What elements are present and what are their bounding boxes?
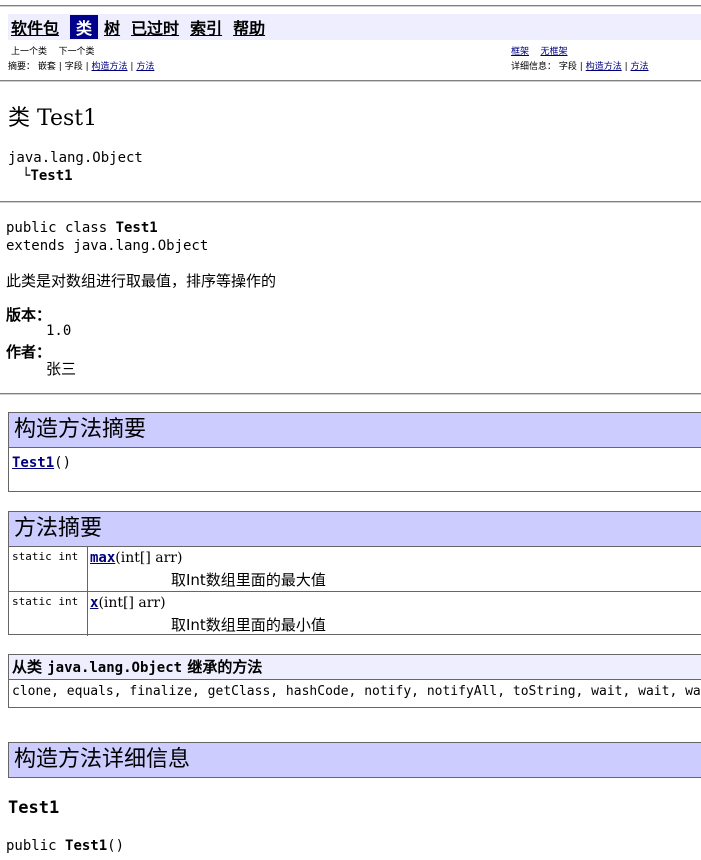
separator: | xyxy=(58,62,62,72)
method-summary-heading: 方法摘要 xyxy=(9,512,701,547)
version-label: 版本： xyxy=(6,306,52,324)
table-row: static int max(int[] arr) 取Int数组里面的最大值 xyxy=(9,547,701,592)
no-frames-link[interactable]: 无框架 xyxy=(540,47,567,57)
nav-deprecated[interactable]: 已过时 xyxy=(131,15,179,39)
prev-class-link: 上一个类 xyxy=(11,47,48,57)
separator: | xyxy=(579,62,583,72)
hierarchy-leaf: Test1 xyxy=(30,168,73,184)
nav-tree[interactable]: 树 xyxy=(104,15,120,39)
nav-index[interactable]: 索引 xyxy=(190,15,222,39)
frame-links: 框架 无框架 xyxy=(511,44,567,57)
detail-field: 字段 xyxy=(558,62,577,72)
method-signature: x(int[] arr) xyxy=(90,595,166,611)
inherited-methods-heading: 从类 java.lang.Object 继承的方法 xyxy=(9,655,701,680)
summary-method-link[interactable]: 方法 xyxy=(136,62,154,72)
method-params: (int[] arr) xyxy=(115,550,183,566)
hierarchy-rule xyxy=(0,201,701,203)
constructor-detail-table: 构造方法详细信息 xyxy=(8,742,701,778)
detail-method-link[interactable]: 方法 xyxy=(631,62,649,72)
class-description: 此类是对数组进行取最值，排序等操作的 xyxy=(6,272,277,290)
page-title: 类 Test1 xyxy=(8,106,98,131)
prev-next-links: 上一个类 下一个类 xyxy=(11,44,94,57)
method-params: (int[] arr) xyxy=(98,595,166,611)
constructor-summary-table: 构造方法摘要 Test1() xyxy=(8,412,701,492)
summary-label: 摘要： xyxy=(8,62,36,72)
summary-nested: 嵌套 xyxy=(37,62,56,72)
detail-label: 详细信息： xyxy=(511,62,557,72)
inherited-heading-prefix: 从类 xyxy=(12,658,48,676)
nav-package[interactable]: 软件包 xyxy=(11,15,59,39)
summary-field: 字段 xyxy=(64,62,83,72)
constructor-detail-heading: 构造方法详细信息 xyxy=(9,743,701,777)
declaration-class-name: Test1 xyxy=(115,220,158,236)
constructor-link[interactable]: Test1 xyxy=(12,455,54,471)
method-modifier: static int xyxy=(9,547,88,591)
constructor-sig-name: Test1 xyxy=(65,838,108,854)
hierarchy-child: └Test1 xyxy=(22,168,73,184)
method-summary-table: 方法摘要 static int max(int[] arr) 取Int数组里面的… xyxy=(8,511,701,636)
method-signature: max(int[] arr) xyxy=(90,550,182,566)
summary-links: 摘要： 嵌套 | 字段 | 构造方法 | 方法 xyxy=(8,59,154,72)
class-declaration: public class Test1 xyxy=(6,220,158,236)
description-rule xyxy=(0,393,701,395)
summary-constructor-link[interactable]: 构造方法 xyxy=(92,62,128,72)
frames-link[interactable]: 框架 xyxy=(511,47,529,57)
method-link-max[interactable]: max xyxy=(90,550,115,566)
nav-help[interactable]: 帮助 xyxy=(233,15,265,39)
class-extends: extends java.lang.Object xyxy=(6,238,209,254)
detail-constructor-link[interactable]: 构造方法 xyxy=(586,62,622,72)
author-value: 张三 xyxy=(46,360,77,378)
method-modifier: static int xyxy=(9,592,88,636)
nav-class-current: 类 xyxy=(70,15,99,39)
inherited-methods-table: 从类 java.lang.Object 继承的方法 clone, equals,… xyxy=(8,654,701,708)
constructor-parens: () xyxy=(54,455,72,471)
next-class-link: 下一个类 xyxy=(58,47,95,57)
constructor-sig-suffix: () xyxy=(107,838,125,854)
inherited-heading-suffix: 继承的方法 xyxy=(182,658,263,676)
method-description: 取Int数组里面的最小值 xyxy=(171,616,326,634)
declaration-prefix: public class xyxy=(6,220,116,236)
top-rule xyxy=(0,5,701,7)
table-row: static int x(int[] arr) 取Int数组里面的最小值 xyxy=(9,592,701,636)
version-value: 1.0 xyxy=(46,323,72,339)
constructor-summary-heading: 构造方法摘要 xyxy=(9,413,701,448)
separator: | xyxy=(130,62,134,72)
constructor-detail-name: Test1 xyxy=(8,798,60,818)
constructor-sig-prefix: public xyxy=(6,838,66,854)
nav-bottom-rule xyxy=(0,80,701,82)
inherited-heading-class: java.lang.Object xyxy=(47,660,183,676)
constructor-summary-row: Test1() xyxy=(9,448,701,475)
inherited-methods-list: clone, equals, finalize, getClass, hashC… xyxy=(12,684,701,699)
top-navbar: 软件包 类 树 已过时 索引 帮助 xyxy=(8,14,701,40)
method-description: 取Int数组里面的最大值 xyxy=(171,571,326,589)
author-label: 作者： xyxy=(6,343,52,361)
constructor-detail-signature: public Test1() xyxy=(6,838,124,854)
separator: | xyxy=(85,62,89,72)
detail-links: 详细信息： 字段 | 构造方法 | 方法 xyxy=(511,59,649,72)
hierarchy-root: java.lang.Object xyxy=(8,150,143,166)
separator: | xyxy=(624,62,628,72)
